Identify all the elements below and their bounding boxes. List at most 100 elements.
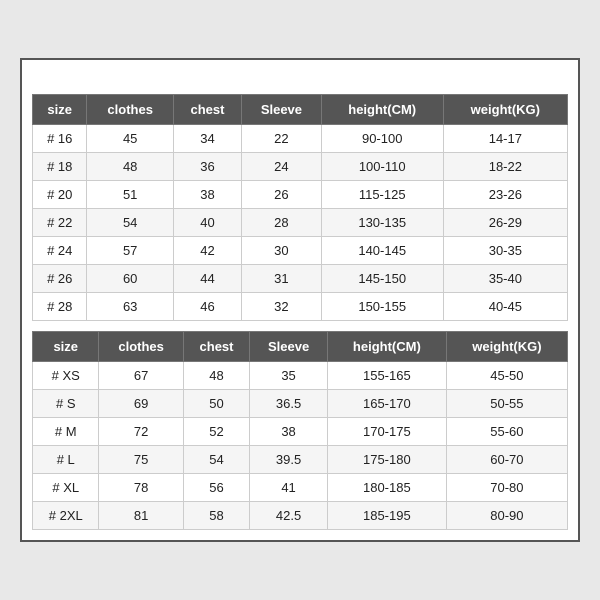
table-row: # 22544028130-13526-29	[33, 209, 568, 237]
table-cell: 67	[99, 362, 183, 390]
table-cell: 40	[173, 209, 241, 237]
table-cell: 165-170	[327, 390, 446, 418]
table-row: # S695036.5165-17050-55	[33, 390, 568, 418]
table-cell: 69	[99, 390, 183, 418]
table2-header-cell: size	[33, 332, 99, 362]
table-cell: 23-26	[443, 181, 567, 209]
table-cell: 60	[87, 265, 173, 293]
table-cell: # 16	[33, 125, 87, 153]
table-cell: 41	[250, 474, 328, 502]
size-table-2: sizeclotheschestSleeveheight(CM)weight(K…	[32, 331, 568, 530]
table-cell: 115-125	[321, 181, 443, 209]
table-cell: # 20	[33, 181, 87, 209]
table1-header-cell: weight(KG)	[443, 95, 567, 125]
table-row: # 1645342290-10014-17	[33, 125, 568, 153]
table2-header-cell: height(CM)	[327, 332, 446, 362]
table-cell: 72	[99, 418, 183, 446]
table-row: # XS674835155-16545-50	[33, 362, 568, 390]
table-cell: 90-100	[321, 125, 443, 153]
table1-header-cell: height(CM)	[321, 95, 443, 125]
table-cell: 50-55	[446, 390, 567, 418]
table-cell: # S	[33, 390, 99, 418]
table-cell: 24	[242, 153, 322, 181]
table-cell: 60-70	[446, 446, 567, 474]
table-row: # 20513826115-12523-26	[33, 181, 568, 209]
table2-header-cell: chest	[183, 332, 249, 362]
table-cell: 63	[87, 293, 173, 321]
table1-header-cell: chest	[173, 95, 241, 125]
table-cell: 57	[87, 237, 173, 265]
table-cell: 150-155	[321, 293, 443, 321]
table-cell: 36	[173, 153, 241, 181]
table-cell: 46	[173, 293, 241, 321]
table-row: # M725238170-17555-60	[33, 418, 568, 446]
table-cell: 175-180	[327, 446, 446, 474]
table-row: # 28634632150-15540-45	[33, 293, 568, 321]
table-cell: 28	[242, 209, 322, 237]
table-cell: 81	[99, 502, 183, 530]
table-row: # 2XL815842.5185-19580-90	[33, 502, 568, 530]
table-cell: 14-17	[443, 125, 567, 153]
table-cell: 26	[242, 181, 322, 209]
size-table-1: sizeclotheschestSleeveheight(CM)weight(K…	[32, 94, 568, 321]
table-cell: 35-40	[443, 265, 567, 293]
table-cell: 50	[183, 390, 249, 418]
table-row: # 26604431145-15035-40	[33, 265, 568, 293]
table1-header-row: sizeclotheschestSleeveheight(CM)weight(K…	[33, 95, 568, 125]
table-cell: 48	[183, 362, 249, 390]
table1-header-cell: size	[33, 95, 87, 125]
table-cell: # XL	[33, 474, 99, 502]
table2-header-cell: clothes	[99, 332, 183, 362]
table-cell: 32	[242, 293, 322, 321]
table-cell: 45	[87, 125, 173, 153]
table-cell: 40-45	[443, 293, 567, 321]
table-cell: # XS	[33, 362, 99, 390]
table-cell: 100-110	[321, 153, 443, 181]
table-cell: 38	[250, 418, 328, 446]
table-cell: 58	[183, 502, 249, 530]
table-cell: 30	[242, 237, 322, 265]
table-cell: # 18	[33, 153, 87, 181]
chart-title	[32, 70, 568, 94]
table-cell: 38	[173, 181, 241, 209]
table-cell: # M	[33, 418, 99, 446]
table-cell: # 26	[33, 265, 87, 293]
table-cell: 75	[99, 446, 183, 474]
table-cell: # 28	[33, 293, 87, 321]
table-cell: 130-135	[321, 209, 443, 237]
table2-header-cell: Sleeve	[250, 332, 328, 362]
table-cell: 56	[183, 474, 249, 502]
table-cell: 78	[99, 474, 183, 502]
table-cell: 45-50	[446, 362, 567, 390]
table-cell: 51	[87, 181, 173, 209]
table-cell: # 2XL	[33, 502, 99, 530]
table-cell: # L	[33, 446, 99, 474]
table-cell: 155-165	[327, 362, 446, 390]
table-row: # XL785641180-18570-80	[33, 474, 568, 502]
table2-header-row: sizeclotheschestSleeveheight(CM)weight(K…	[33, 332, 568, 362]
table-cell: 18-22	[443, 153, 567, 181]
table-row: # 24574230140-14530-35	[33, 237, 568, 265]
table2-header-cell: weight(KG)	[446, 332, 567, 362]
table-cell: 36.5	[250, 390, 328, 418]
table-cell: 170-175	[327, 418, 446, 446]
chart-container: sizeclotheschestSleeveheight(CM)weight(K…	[20, 58, 580, 542]
table-cell: 39.5	[250, 446, 328, 474]
table-cell: 42.5	[250, 502, 328, 530]
table-cell: 52	[183, 418, 249, 446]
table-cell: 80-90	[446, 502, 567, 530]
section-gap	[32, 321, 568, 331]
table1-header-cell: clothes	[87, 95, 173, 125]
table-cell: 48	[87, 153, 173, 181]
table-cell: 70-80	[446, 474, 567, 502]
table-cell: 44	[173, 265, 241, 293]
table-cell: 31	[242, 265, 322, 293]
table-cell: 30-35	[443, 237, 567, 265]
table-cell: 26-29	[443, 209, 567, 237]
table-cell: 42	[173, 237, 241, 265]
table-cell: 180-185	[327, 474, 446, 502]
table-cell: 22	[242, 125, 322, 153]
table-cell: 140-145	[321, 237, 443, 265]
table-cell: 55-60	[446, 418, 567, 446]
table-row: # 18483624100-11018-22	[33, 153, 568, 181]
